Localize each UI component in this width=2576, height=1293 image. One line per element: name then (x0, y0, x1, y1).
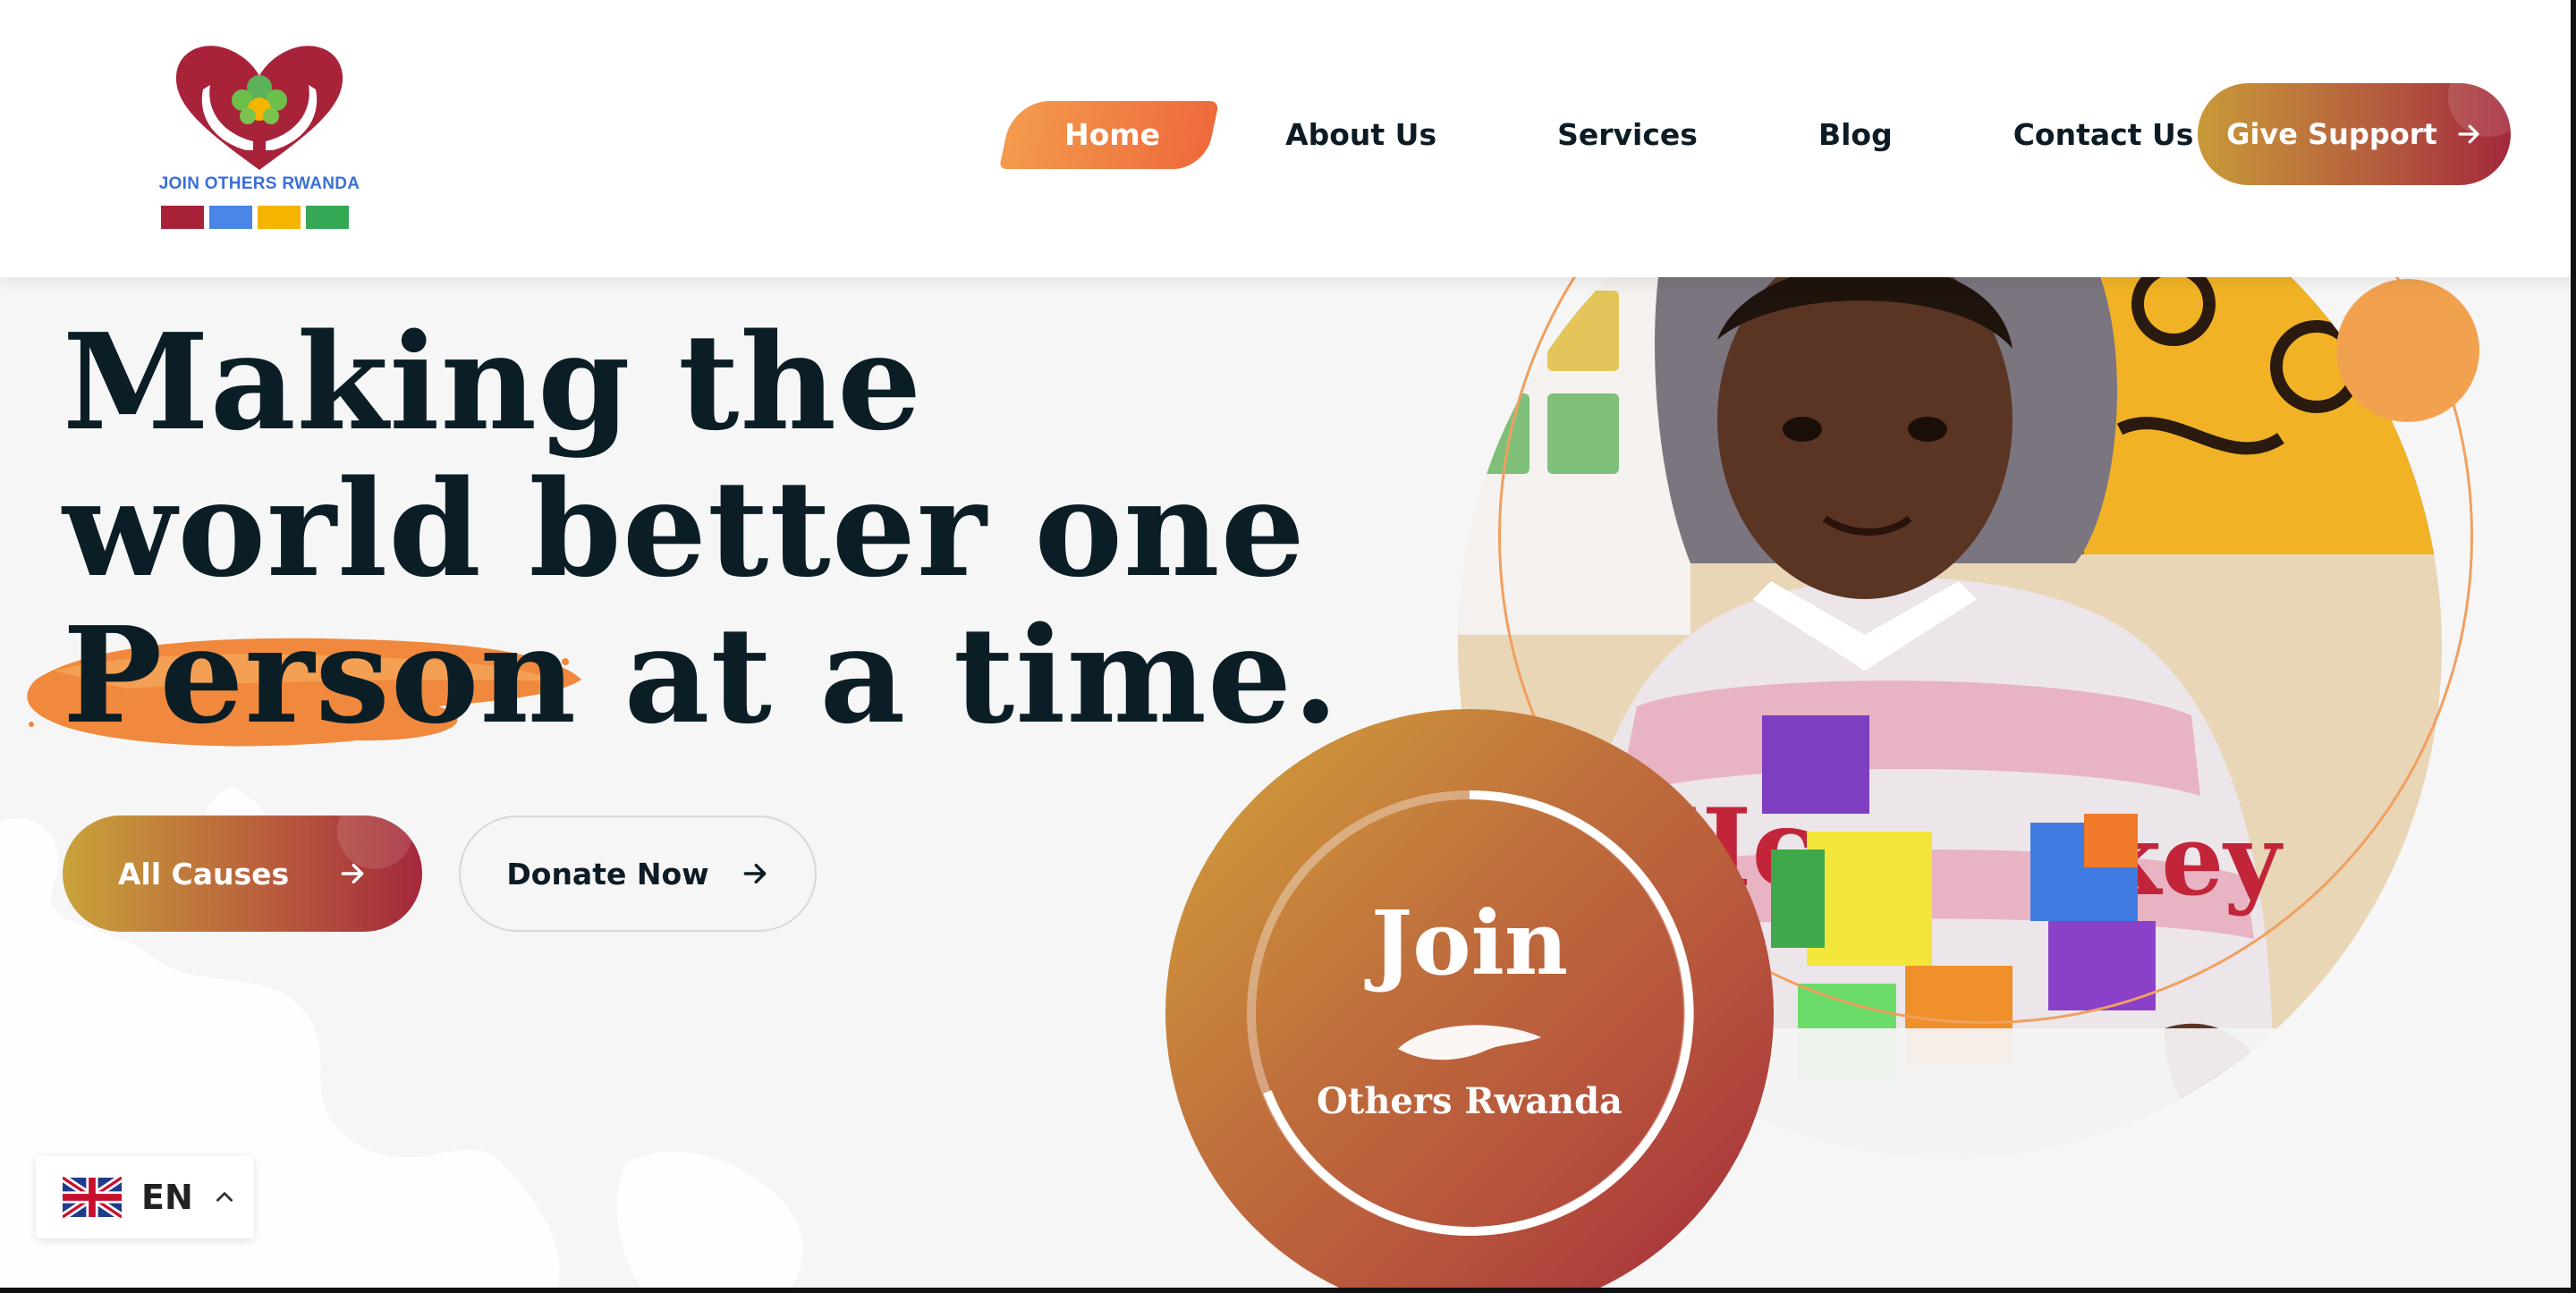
headline-line-3: Person at a time. (63, 597, 1340, 753)
window-frame-right (2571, 0, 2576, 1293)
badge-subtitle: Others Rwanda (1317, 1080, 1623, 1122)
donate-now-label: Donate Now (506, 856, 709, 892)
all-causes-button[interactable]: All Causes (63, 816, 422, 932)
nav-blog[interactable]: Blog (1818, 117, 1893, 152)
heart-hands-logo-icon (175, 46, 343, 170)
language-switcher[interactable]: EN (36, 1156, 254, 1238)
white-brush-swash (1398, 1025, 1541, 1061)
nav-services[interactable]: Services (1557, 117, 1698, 152)
headline-line-1: Making the (63, 304, 923, 460)
arrow-right-icon (743, 863, 767, 884)
arrow-right-icon (341, 863, 364, 884)
logo-color-bars (161, 206, 349, 229)
site-logo[interactable]: JOIN OTHERS RWANDA (157, 36, 362, 237)
main-nav: Home About Us Services Blog Contact Us (1002, 89, 2314, 179)
logo-text: JOIN OTHERS RWANDA (158, 174, 360, 193)
uk-flag-icon (63, 1175, 122, 1220)
donate-now-button[interactable]: Donate Now (459, 816, 817, 932)
nav-about-us[interactable]: About Us (1285, 117, 1436, 152)
site-header: JOIN OTHERS RWANDA Home About Us Service… (0, 0, 2576, 277)
join-others-rwanda-badge: Join Others Rwanda (1165, 709, 1774, 1293)
nav-home[interactable]: Home (1002, 117, 1223, 152)
headline-line-2: world better one (63, 451, 1306, 606)
progress-ring-icon (1247, 790, 1694, 1236)
give-support-button[interactable]: Give Support (2198, 83, 2511, 185)
language-code: EN (141, 1178, 193, 1217)
badge-title: Join (1370, 892, 1569, 995)
window-frame-bottom (0, 1288, 2576, 1293)
arrow-right-icon (2458, 124, 2479, 144)
nav-contact-us[interactable]: Contact Us (2013, 117, 2194, 152)
chevron-up-icon (216, 1192, 233, 1202)
give-support-label: Give Support (2226, 117, 2437, 151)
all-causes-label: All Causes (117, 856, 290, 892)
decorative-orange-dot (2336, 279, 2479, 422)
hero-headline: Making the world better one Person at a … (63, 308, 1340, 748)
